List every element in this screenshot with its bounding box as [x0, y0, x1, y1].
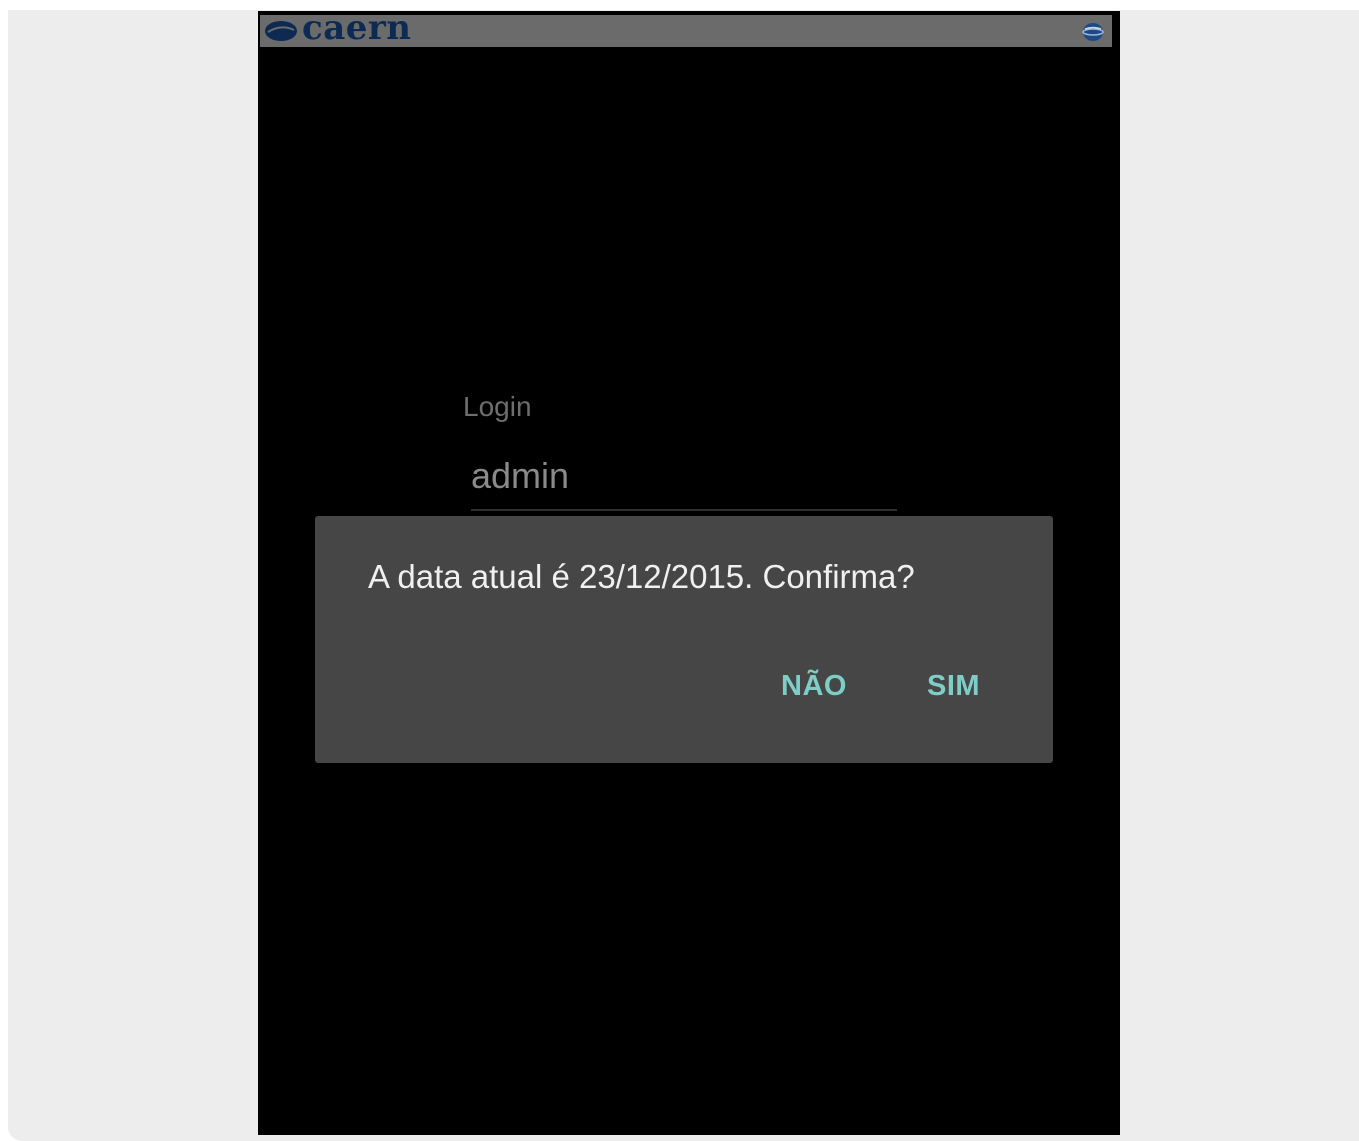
app-bar: caern: [260, 11, 1112, 48]
confirm-date-dialog: A data atual é 23/12/2015. Confirma? NÃO…: [315, 516, 1053, 763]
dialog-message: A data atual é 23/12/2015. Confirma?: [368, 558, 915, 595]
sim-button[interactable]: SIM: [927, 670, 980, 703]
globe-icon[interactable]: [1082, 22, 1104, 42]
nao-button[interactable]: NÃO: [781, 670, 847, 703]
login-input[interactable]: [471, 443, 897, 511]
logo-text: caern: [302, 11, 412, 48]
login-label: Login: [463, 391, 532, 422]
caern-logo: caern: [264, 11, 412, 48]
phone-screen: caern Login A data atual é 23/12/2015. C…: [258, 11, 1120, 1135]
caern-logo-mark-icon: [265, 21, 297, 41]
